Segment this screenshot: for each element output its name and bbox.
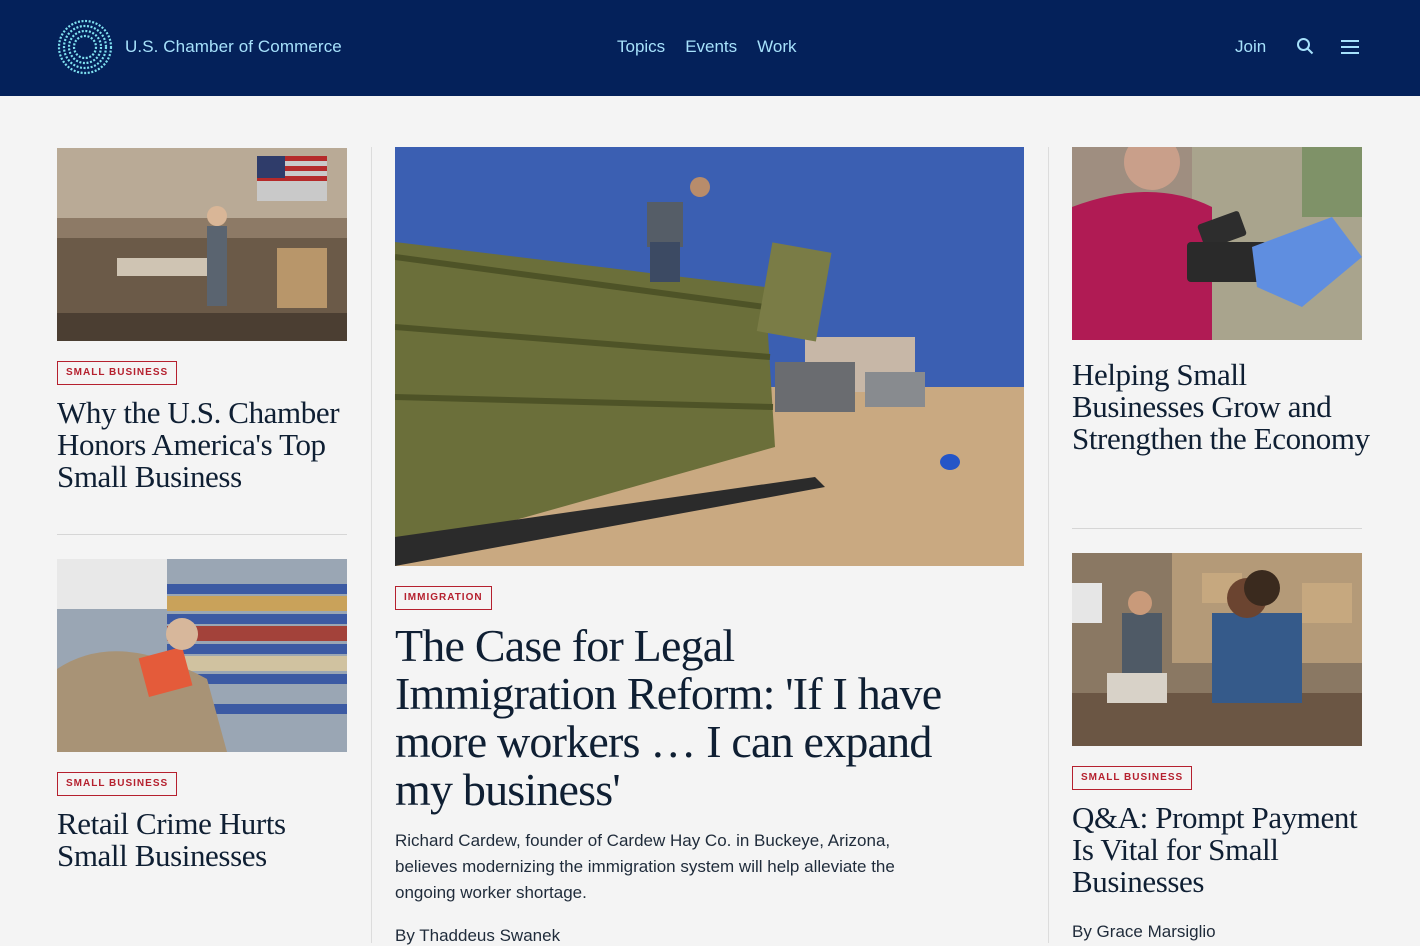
join-link[interactable]: Join xyxy=(1235,37,1266,57)
featured-title[interactable]: The Case for Legal Immigration Reform: '… xyxy=(395,622,955,814)
nav-events[interactable]: Events xyxy=(685,37,737,57)
site-header: U.S. Chamber of Commerce Topics Events W… xyxy=(0,0,1420,96)
category-tag[interactable]: IMMIGRATION xyxy=(395,586,492,610)
workshop-photo[interactable] xyxy=(57,148,347,341)
category-tag[interactable]: SMALL BUSINESS xyxy=(57,772,178,796)
column-divider xyxy=(1048,147,1049,943)
nav-work[interactable]: Work xyxy=(757,37,796,57)
brand-link[interactable]: U.S. Chamber of Commerce xyxy=(125,37,342,57)
primary-nav: Topics Events Work xyxy=(617,37,797,57)
nav-topics[interactable]: Topics xyxy=(617,37,665,57)
divider xyxy=(57,534,347,535)
search-icon[interactable] xyxy=(1296,37,1314,55)
column-divider xyxy=(371,147,372,943)
author-byline[interactable]: By Thaddeus Swanek xyxy=(395,926,560,946)
article-title[interactable]: Helping Small Businesses Grow and Streng… xyxy=(1072,359,1372,455)
chamber-logo-icon[interactable] xyxy=(57,19,113,75)
retail-photo[interactable] xyxy=(57,559,347,752)
author-byline[interactable]: By Grace Marsiglio xyxy=(1072,922,1216,942)
article-title[interactable]: Why the U.S. Chamber Honors America's To… xyxy=(57,397,352,493)
divider xyxy=(1072,528,1362,529)
featured-summary: Richard Cardew, founder of Cardew Hay Co… xyxy=(395,831,895,902)
article-title[interactable]: Retail Crime Hurts Small Businesses xyxy=(57,808,352,872)
category-tag[interactable]: SMALL BUSINESS xyxy=(57,361,178,385)
article-title[interactable]: Q&A: Prompt Payment Is Vital for Small B… xyxy=(1072,802,1372,898)
office-photo[interactable] xyxy=(1072,553,1362,746)
payment-photo[interactable] xyxy=(1072,147,1362,340)
category-tag[interactable]: SMALL BUSINESS xyxy=(1072,766,1193,790)
menu-icon[interactable] xyxy=(1341,39,1359,55)
hay-truck-photo[interactable] xyxy=(395,147,1024,566)
